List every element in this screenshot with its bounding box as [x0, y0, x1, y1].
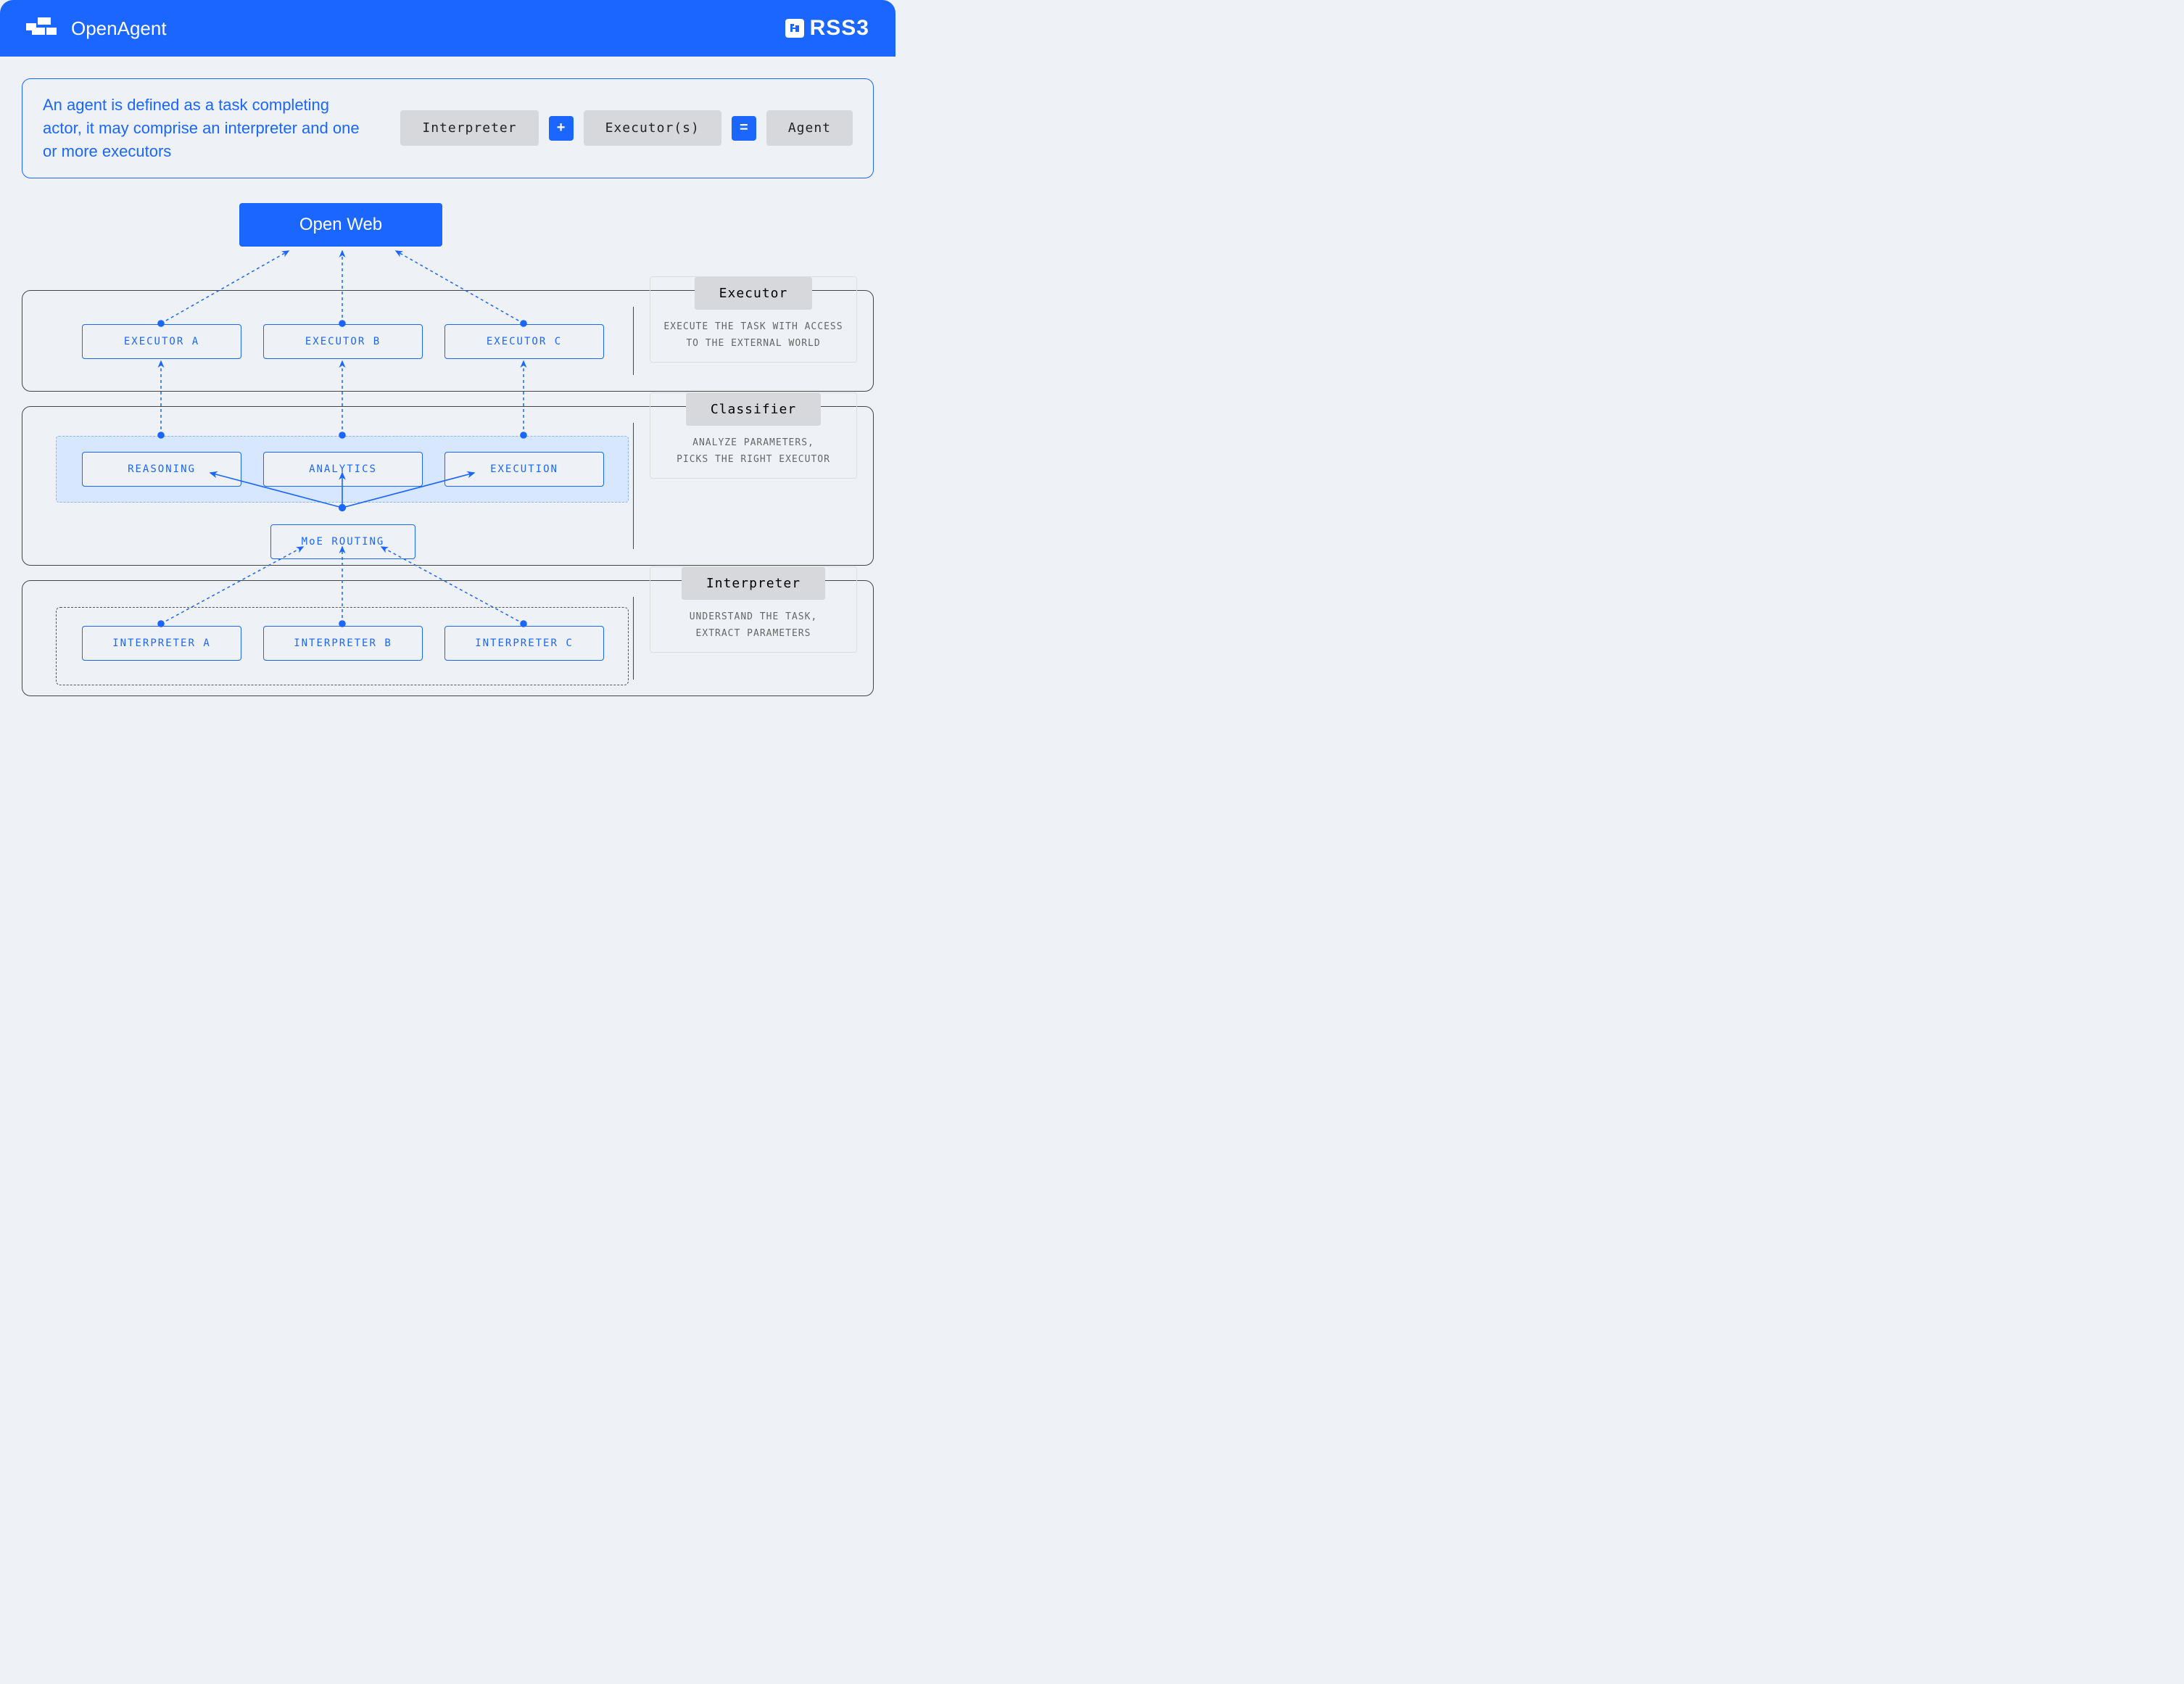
- definition-card: An agent is defined as a task completing…: [22, 78, 874, 178]
- interpreter-section: INTERPRETER A INTERPRETER B INTERPRETER …: [22, 580, 874, 696]
- product-title: OpenAgent: [71, 17, 167, 40]
- diagram-frame: OpenAgent RSS3 An agent is defined as a …: [0, 0, 895, 776]
- interpreter-c-node: INTERPRETER C: [444, 626, 604, 661]
- executor-section: EXECUTOR A EXECUTOR B EXECUTOR C Executo…: [22, 290, 874, 392]
- moe-routing-node: MoE ROUTING: [270, 524, 415, 559]
- interpreter-b-node: INTERPRETER B: [263, 626, 423, 661]
- plus-icon: +: [549, 116, 574, 141]
- classifier-section: REASONING ANALYTICS EXECUTION MoE ROUTIN…: [22, 406, 874, 566]
- interpreter-title: Interpreter: [682, 567, 825, 600]
- analytics-node: ANALYTICS: [263, 452, 423, 487]
- execution-node: EXECUTION: [444, 452, 604, 487]
- classifier-desc: ANALYZE PARAMETERS, PICKS THE RIGHT EXEC…: [650, 434, 856, 469]
- interpreter-a-node: INTERPRETER A: [82, 626, 241, 661]
- openagent-logo-icon: [26, 17, 58, 39]
- reasoning-node: REASONING: [82, 452, 241, 487]
- classifier-title: Classifier: [686, 393, 821, 426]
- equation-interpreter: Interpreter: [400, 110, 538, 146]
- brand-name: RSS3: [810, 16, 869, 41]
- interpreter-desc: UNDERSTAND THE TASK, EXTRACT PARAMETERS: [650, 608, 856, 643]
- definition-text: An agent is defined as a task completing…: [43, 94, 371, 163]
- architecture-canvas: Open Web EXECUTOR A EXECUTOR B EXECUTOR …: [22, 203, 874, 754]
- executor-b-node: EXECUTOR B: [263, 324, 423, 359]
- executor-info-card: Executor EXECUTE THE TASK WITH ACCESS TO…: [650, 276, 857, 363]
- brand-left: OpenAgent: [26, 17, 167, 40]
- content-area: An agent is defined as a task completing…: [0, 57, 895, 776]
- executor-c-node: EXECUTOR C: [444, 324, 604, 359]
- agent-equation: Interpreter + Executor(s) = Agent: [400, 110, 853, 146]
- brand-right: RSS3: [785, 16, 869, 41]
- rss3-logo-icon: [785, 19, 804, 38]
- top-bar: OpenAgent RSS3: [0, 0, 895, 57]
- open-web-node: Open Web: [239, 203, 442, 247]
- executor-a-node: EXECUTOR A: [82, 324, 241, 359]
- executor-desc: EXECUTE THE TASK WITH ACCESS TO THE EXTE…: [650, 318, 856, 352]
- equation-executors: Executor(s): [584, 110, 721, 146]
- equation-agent: Agent: [766, 110, 853, 146]
- classifier-info-card: Classifier ANALYZE PARAMETERS, PICKS THE…: [650, 392, 857, 479]
- interpreter-info-card: Interpreter UNDERSTAND THE TASK, EXTRACT…: [650, 566, 857, 653]
- executor-title: Executor: [695, 277, 813, 310]
- equals-icon: =: [732, 116, 756, 141]
